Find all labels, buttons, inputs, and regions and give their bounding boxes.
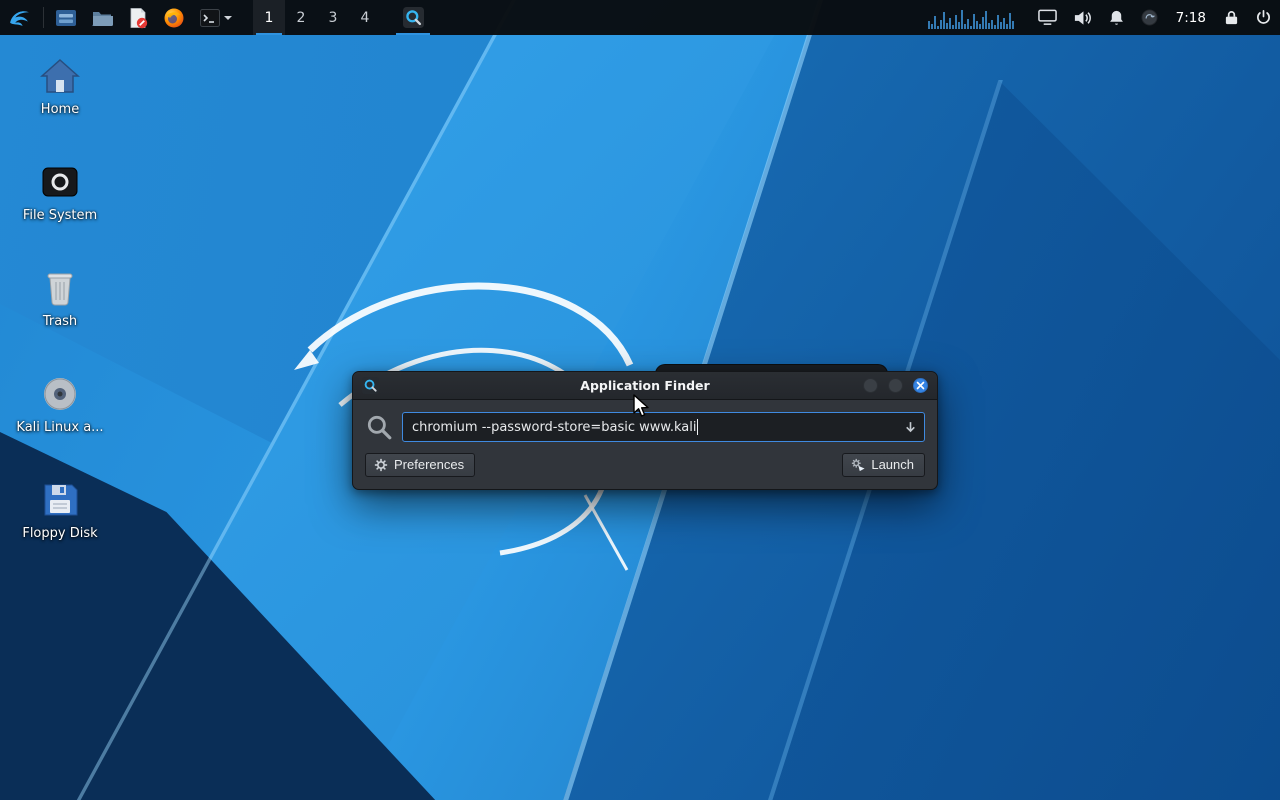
floppy-disk-icon	[36, 476, 84, 524]
text-editor-icon	[127, 7, 149, 29]
display-icon	[1038, 9, 1057, 26]
applications-menu-button[interactable]	[0, 0, 39, 35]
top-panel: 1 2 3 4	[0, 0, 1280, 35]
cpu-graph-icon	[928, 6, 1016, 30]
panel-separator	[43, 7, 44, 28]
terminal-dropdown-icon[interactable]	[224, 16, 232, 20]
desktop-icon-label: Floppy Disk	[22, 527, 97, 542]
text-caret	[697, 419, 698, 435]
desktop-icon-label: File System	[23, 209, 97, 224]
application-finder-window: Application Finder chromium --password-s…	[352, 371, 938, 490]
status-circle-icon	[1141, 9, 1158, 26]
lock-button[interactable]	[1216, 0, 1247, 35]
workspace-label: 2	[297, 10, 306, 26]
desktop-icon-trash[interactable]: Trash	[12, 264, 108, 332]
preferences-label: Preferences	[394, 457, 464, 472]
desktop-icon-floppy-disk[interactable]: Floppy Disk	[12, 476, 108, 544]
mouse-cursor	[632, 394, 654, 418]
launcher-firefox[interactable]	[156, 0, 192, 35]
hard-drive-icon	[36, 158, 84, 206]
desktop-icon-list: Home File System Trash	[12, 52, 108, 582]
folder-icon	[91, 7, 113, 29]
close-icon	[916, 381, 925, 390]
search-query-text: chromium --password-store=basic www.kali	[412, 420, 696, 435]
power-button[interactable]	[1247, 0, 1280, 35]
desktop-icon-label: Home	[41, 103, 79, 118]
workspace-label: 4	[361, 10, 370, 26]
preferences-button[interactable]: Preferences	[365, 453, 475, 477]
launch-button[interactable]: Launch	[842, 453, 925, 477]
button-row: Preferences Launch	[365, 453, 925, 477]
workspace-label: 1	[265, 10, 274, 26]
workspace-label: 3	[329, 10, 338, 26]
launcher-folder[interactable]	[84, 0, 120, 35]
display-indicator-button[interactable]	[1030, 0, 1065, 35]
terminal-icon	[199, 7, 221, 29]
window-controls	[863, 378, 928, 393]
power-icon	[1255, 9, 1272, 26]
close-button[interactable]	[913, 378, 928, 393]
taskbar-application-finder-button[interactable]	[393, 0, 433, 35]
panel-spacer	[433, 0, 920, 35]
launch-icon	[851, 458, 865, 472]
minimize-button[interactable]	[863, 378, 878, 393]
launch-label: Launch	[871, 457, 914, 472]
workspace-button-4[interactable]: 4	[349, 0, 381, 35]
volume-button[interactable]	[1065, 0, 1100, 35]
launcher-terminal[interactable]	[192, 0, 239, 35]
search-icon	[365, 413, 393, 441]
file-manager-icon	[55, 7, 77, 29]
window-title: Application Finder	[353, 378, 937, 393]
gear-icon	[374, 458, 388, 472]
desktop-icon-label: Trash	[43, 315, 77, 330]
workspace-button-3[interactable]: 3	[317, 0, 349, 35]
disc-icon	[36, 370, 84, 418]
workspace-switcher: 1 2 3 4	[253, 0, 381, 35]
desktop-icon-home[interactable]: Home	[12, 52, 108, 120]
search-input[interactable]: chromium --password-store=basic www.kali	[402, 412, 925, 442]
trash-icon	[36, 264, 84, 312]
application-finder-icon	[403, 7, 424, 28]
maximize-button[interactable]	[888, 378, 903, 393]
bell-icon	[1108, 9, 1125, 26]
firefox-icon	[163, 7, 185, 29]
launcher-text-editor[interactable]	[120, 0, 156, 35]
home-icon	[36, 52, 84, 100]
volume-icon	[1073, 9, 1092, 27]
lock-icon	[1224, 9, 1239, 26]
clock[interactable]: 7:18	[1166, 0, 1216, 35]
window-application-finder-icon	[362, 377, 379, 394]
desktop-icon-label: Kali Linux a...	[16, 421, 103, 436]
workspace-button-1[interactable]: 1	[253, 0, 285, 35]
status-indicator-button[interactable]	[1133, 0, 1166, 35]
kali-menu-icon	[7, 5, 32, 30]
launcher-file-manager[interactable]	[48, 0, 84, 35]
desktop-icon-file-system[interactable]: File System	[12, 158, 108, 226]
notifications-button[interactable]	[1100, 0, 1133, 35]
desktop-icon-kali-linux[interactable]: Kali Linux a...	[12, 370, 108, 438]
arrow-down-icon	[904, 421, 917, 434]
history-dropdown-button[interactable]	[904, 421, 917, 434]
cpu-graph[interactable]	[920, 0, 1030, 35]
workspace-button-2[interactable]: 2	[285, 0, 317, 35]
